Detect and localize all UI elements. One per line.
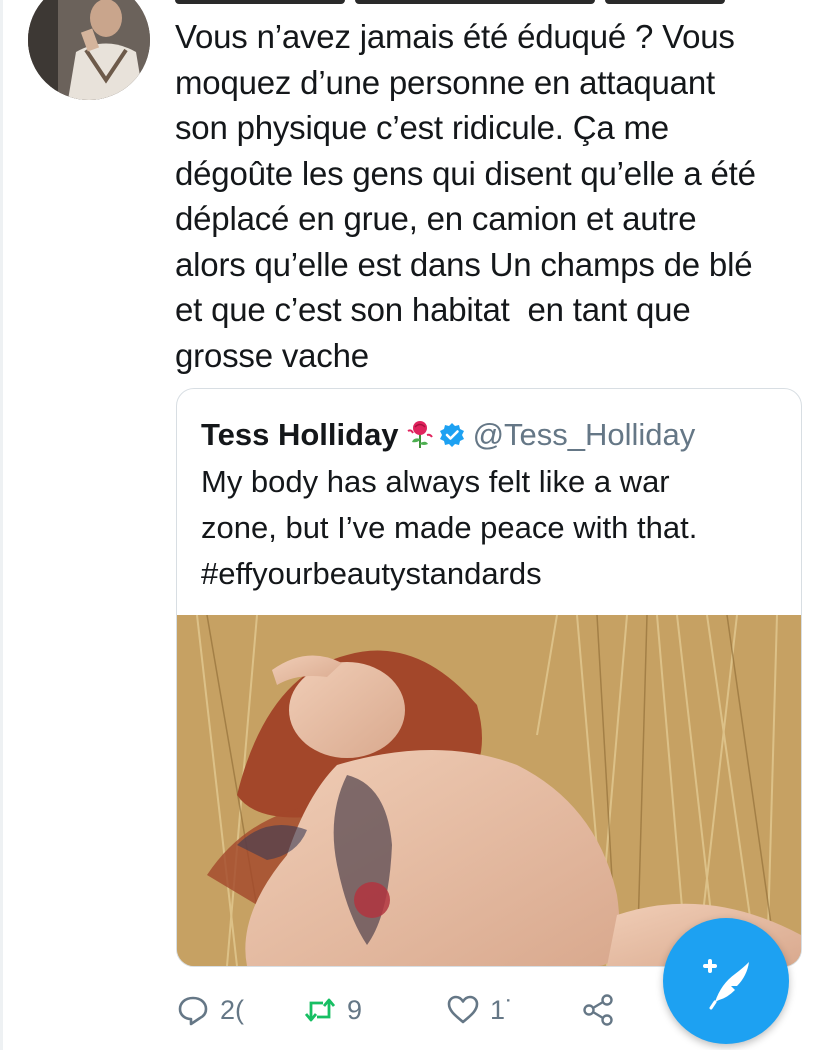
compose-tweet-button[interactable]	[663, 918, 789, 1044]
share-icon	[583, 994, 613, 1026]
rose-emoji-icon	[405, 419, 435, 449]
tweet-action-bar: 2( 9 1˙	[176, 985, 636, 1035]
reply-icon	[178, 996, 208, 1026]
reply-count: 2(	[220, 994, 245, 1025]
reply-button[interactable]: 2(	[176, 985, 244, 1035]
avatar-image	[28, 0, 150, 100]
retweet-button[interactable]: 9	[303, 985, 362, 1035]
quoted-author-handle[interactable]: @Tess_Holliday	[473, 417, 696, 452]
quoted-tweet-card[interactable]: Tess Holliday @Tess_Holliday My body has…	[176, 388, 802, 967]
cut-off-header	[175, 0, 795, 8]
avatar[interactable]	[28, 0, 150, 100]
quoted-tweet-photo[interactable]	[177, 615, 801, 966]
quoted-author-name[interactable]: Tess Holliday	[201, 417, 399, 452]
verified-badge-icon	[439, 420, 465, 447]
left-edge-divider	[0, 0, 3, 1050]
retweet-count: 9	[347, 994, 363, 1025]
quoted-tweet-header: Tess Holliday @Tess_Holliday	[201, 417, 695, 453]
like-count: 1˙	[490, 994, 515, 1025]
tweet-text: Vous n’avez jamais été éduqué ? Vous moq…	[175, 18, 756, 374]
like-button[interactable]: 1˙	[446, 985, 514, 1035]
heart-icon	[447, 995, 479, 1024]
quoted-tweet-text: My body has always felt like a war zone,…	[201, 464, 698, 591]
retweet-icon	[304, 998, 336, 1022]
share-button[interactable]	[581, 985, 615, 1035]
wheat-field-photo	[177, 615, 801, 966]
compose-feather-icon	[703, 959, 749, 1010]
